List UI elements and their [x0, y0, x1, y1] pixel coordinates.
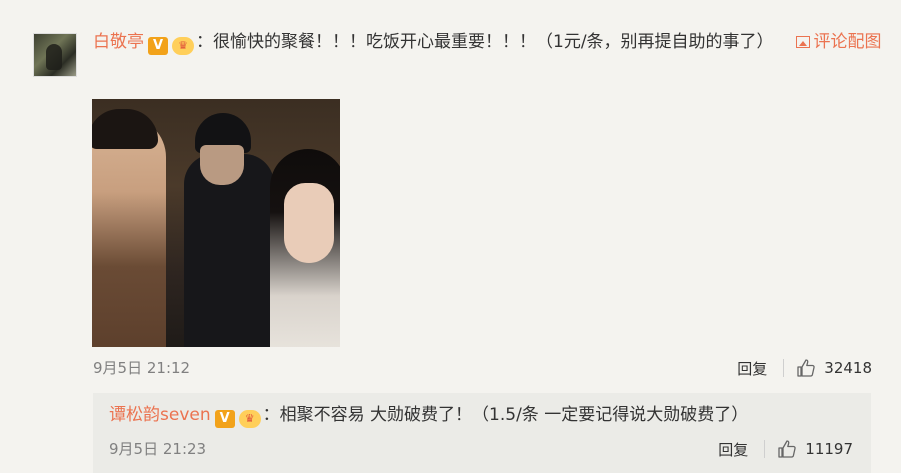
like-count: 32418 [824, 359, 872, 377]
reply-body: 谭松韵seven V ♛ ：相聚不容易 大勋破费了！（1.5/条 一定要记得说大勋破费… [109, 401, 748, 429]
verified-v-icon: V [148, 37, 168, 55]
reply-author-link[interactable]: 谭松韵seven [109, 405, 211, 425]
thumbs-up-icon [778, 440, 796, 458]
vip-crown-icon: ♛ [172, 37, 194, 55]
action-divider [783, 359, 785, 377]
author-avatar[interactable] [33, 33, 77, 77]
photo-person-right-face [284, 183, 334, 263]
author-name-link[interactable]: 白敬亭 [93, 32, 144, 52]
reply-like-count: 11197 [805, 440, 853, 458]
photo-person-left-hair [92, 109, 158, 149]
comment-text: 很愉快的聚餐！！！吃饭开心最重要！！！（1元/条，别再提自助的事了） [213, 32, 774, 52]
reply-button[interactable]: 回复 [737, 358, 767, 379]
reply-reply-button[interactable]: 回复 [718, 439, 748, 460]
comment-picture-link[interactable]: 评论配图 [795, 32, 882, 52]
avatar-figure [46, 44, 62, 70]
comment-separator: ： [196, 32, 213, 52]
action-divider [764, 440, 766, 458]
reply-like-button[interactable]: 11197 [777, 439, 853, 459]
vip-crown-icon: ♛ [238, 410, 261, 428]
reply-text: 相聚不容易 大勋破费了！（1.5/条 一定要记得说大勋破费了） [279, 405, 749, 425]
weibo-comment-thread: 白敬亭 V ♛ ：很愉快的聚餐！！！吃饭开心最重要！！！（1元/条，别再提自助的事了）… [0, 0, 901, 473]
photo-person-middle-face [200, 145, 244, 185]
reply-separator: ： [262, 405, 280, 425]
like-button[interactable]: 32418 [796, 358, 872, 378]
reply-container: 谭松韵seven V ♛ ：相聚不容易 大勋破费了！（1.5/条 一定要记得说大勋破费… [93, 393, 871, 473]
verified-v-icon: V [214, 410, 235, 428]
comment-body: 白敬亭 V ♛ ：很愉快的聚餐！！！吃饭开心最重要！！！（1元/条，别再提自助的事了）… [93, 27, 883, 58]
reply-actions: 回复 11197 [718, 438, 853, 460]
reply-timestamp: 9月5日 21:23 [109, 440, 207, 458]
photo-person-left [92, 117, 166, 347]
comment-photo[interactable] [92, 99, 340, 347]
comment-timestamp: 9月5日 21:12 [93, 359, 191, 377]
thumbs-up-icon [797, 359, 815, 377]
picture-icon [795, 36, 810, 48]
comment-actions: 回复 32418 [737, 357, 872, 379]
comment-picture-label: 评论配图 [813, 32, 882, 52]
